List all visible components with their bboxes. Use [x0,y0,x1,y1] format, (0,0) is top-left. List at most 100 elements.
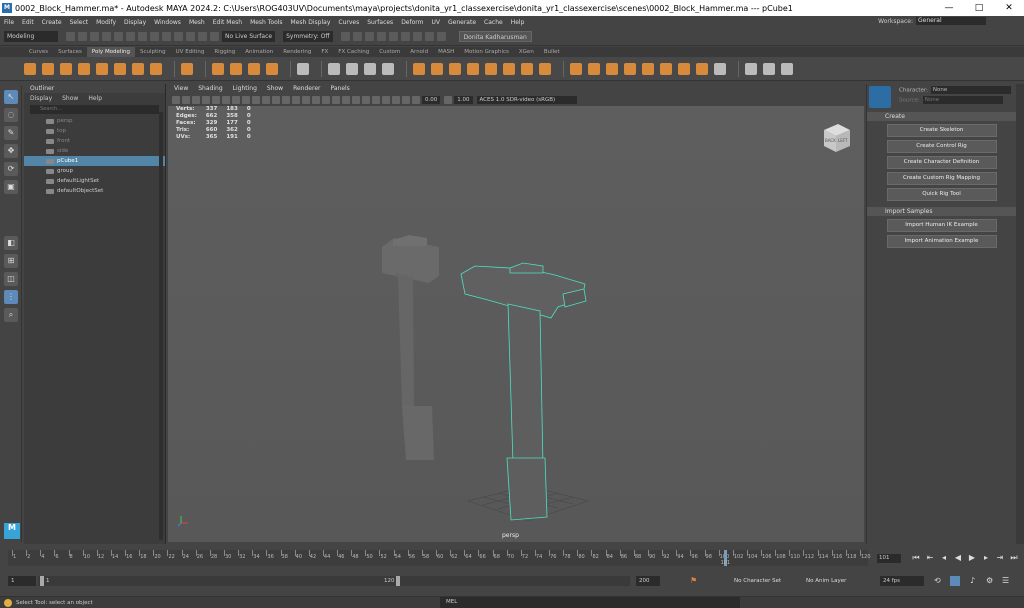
end-time-field[interactable]: 200 [636,576,660,586]
safe-action-icon[interactable] [262,95,270,104]
bend-icon[interactable] [781,62,793,75]
step-forward-key-icon[interactable]: ⇥ [996,553,1004,563]
menu-item-help[interactable]: Help [511,19,525,26]
connect-icon[interactable] [606,62,618,75]
history-icon[interactable] [340,32,350,41]
outliner-scrollbar[interactable] [159,112,163,540]
menu-item-mesh[interactable]: Mesh [189,19,205,26]
poly-cube-icon[interactable] [42,62,54,75]
menu-item-select[interactable]: Select [70,19,89,26]
grid-icon[interactable] [212,95,220,104]
lasso-tool-icon[interactable]: ◌ [4,108,18,122]
snap-curve-icon[interactable] [174,32,183,41]
shadows-icon[interactable] [322,95,330,104]
range-track[interactable]: 1 120 [38,576,630,586]
animation-prefs-icon[interactable]: ⚙ [986,576,993,586]
shelf-tab-rigging[interactable]: Rigging [209,47,240,57]
edge-loop-icon[interactable] [642,62,654,75]
workspace-selector[interactable]: Workspace: General [878,17,986,25]
viewport-menu-renderer[interactable]: Renderer [293,85,320,92]
select-hierarchy-icon[interactable] [126,32,135,41]
sweep-mesh-icon[interactable] [212,62,224,75]
go-to-start-icon[interactable]: ⏮ [912,553,920,563]
snap-surface-icon[interactable] [210,32,219,41]
textured-icon[interactable] [302,95,310,104]
shelf-tab-xgen[interactable]: XGen [514,47,539,57]
fill-hole-icon[interactable] [485,62,497,75]
anti-aliasing-icon[interactable] [352,95,360,104]
menu-item-uv[interactable]: UV [432,19,441,26]
render-view-icon[interactable] [400,32,410,41]
four-view-icon[interactable]: ⊞ [4,254,18,268]
poly-cylinder-icon[interactable] [60,62,72,75]
viewport-menu-show[interactable]: Show [267,85,283,92]
soft-mod-icon[interactable] [763,62,775,75]
play-backward-icon[interactable]: ◀ [954,553,962,563]
camera-attributes-icon[interactable] [182,95,190,104]
settings-icon[interactable]: ☰ [1002,576,1009,586]
image-plane-icon[interactable] [202,95,210,104]
snap-point-icon[interactable] [186,32,195,41]
super-shape-icon[interactable] [181,62,193,75]
shelf-tab-curves[interactable]: Curves [24,47,53,57]
two-view-icon[interactable]: ◫ [4,272,18,286]
menu-item-surfaces[interactable]: Surfaces [367,19,393,26]
shelf-tab-mash[interactable]: MASH [433,47,459,57]
range-start-handle[interactable] [40,576,44,586]
arnold-ipr-icon[interactable] [424,32,434,41]
outliner-search-input[interactable]: Search... [30,105,159,114]
save-scene-icon[interactable] [90,32,99,41]
menu-item-file[interactable]: File [4,19,14,26]
mel-command-input[interactable]: MEL [440,597,740,608]
type-text-icon[interactable] [248,62,260,75]
side-tabs-strip[interactable] [1016,84,1024,544]
search-icon[interactable]: ⌕ [4,308,18,322]
outliner-item[interactable]: defaultLightSet [24,176,165,186]
loop-icon[interactable]: ⟲ [934,576,941,586]
sound-icon[interactable]: ♪ [970,576,975,586]
menu-item-mesh-tools[interactable]: Mesh Tools [250,19,282,26]
shelf-tab-bullet[interactable]: Bullet [539,47,565,57]
new-scene-icon[interactable] [66,32,75,41]
gate-mask-icon[interactable] [242,95,250,104]
outliner-item[interactable]: side [24,146,165,156]
reduce-icon[interactable] [521,62,533,75]
menu-item-cache[interactable]: Cache [484,19,503,26]
close-button[interactable]: ✕ [994,3,1024,13]
create-custom-rig-mapping-button[interactable]: Create Custom Rig Mapping [886,172,997,185]
menu-item-edit-mesh[interactable]: Edit Mesh [213,19,242,26]
paint-select-icon[interactable]: ✎ [4,126,18,140]
film-gate-icon[interactable] [222,95,230,104]
outliner-item[interactable]: persp [24,116,165,126]
cleanup-icon[interactable] [539,62,551,75]
outliner-item[interactable]: front [24,136,165,146]
range-end-handle[interactable] [396,576,400,586]
create-section-header[interactable]: Create [867,112,1016,121]
offset-edge-loop-icon[interactable] [660,62,672,75]
outliner-menu-help[interactable]: Help [88,95,102,102]
menu-item-curves[interactable]: Curves [338,19,359,26]
bookmark-icon[interactable] [192,95,200,104]
select-camera-icon[interactable] [172,95,180,104]
ipr-render-icon[interactable] [364,32,374,41]
isolate-select-icon[interactable] [372,95,380,104]
undo-icon[interactable] [102,32,111,41]
xray-icon[interactable] [382,95,390,104]
menu-item-create[interactable]: Create [42,19,62,26]
shelf-tab-sculpting[interactable]: Sculpting [135,47,171,57]
shelf-tab-animation[interactable]: Animation [240,47,278,57]
render-icon[interactable] [352,32,362,41]
separate-icon[interactable] [346,62,358,75]
character-set-dropdown[interactable]: No Character Set [734,576,781,586]
menu-item-deform[interactable]: Deform [401,19,423,26]
motion-blur-icon[interactable] [342,95,350,104]
smooth-shade-icon[interactable] [282,95,290,104]
go-to-end-icon[interactable]: ⏭ [1010,553,1018,563]
cache-icon[interactable] [950,576,960,586]
shelf-tab-poly-modeling[interactable]: Poly Modeling [86,47,135,57]
curve-icon[interactable] [230,62,242,75]
auto-key-icon[interactable]: ⚑ [690,576,697,586]
start-time-field[interactable]: 1 [8,576,36,586]
shelf-tab-arnold[interactable]: Arnold [405,47,433,57]
menu-item-windows[interactable]: Windows [154,19,181,26]
